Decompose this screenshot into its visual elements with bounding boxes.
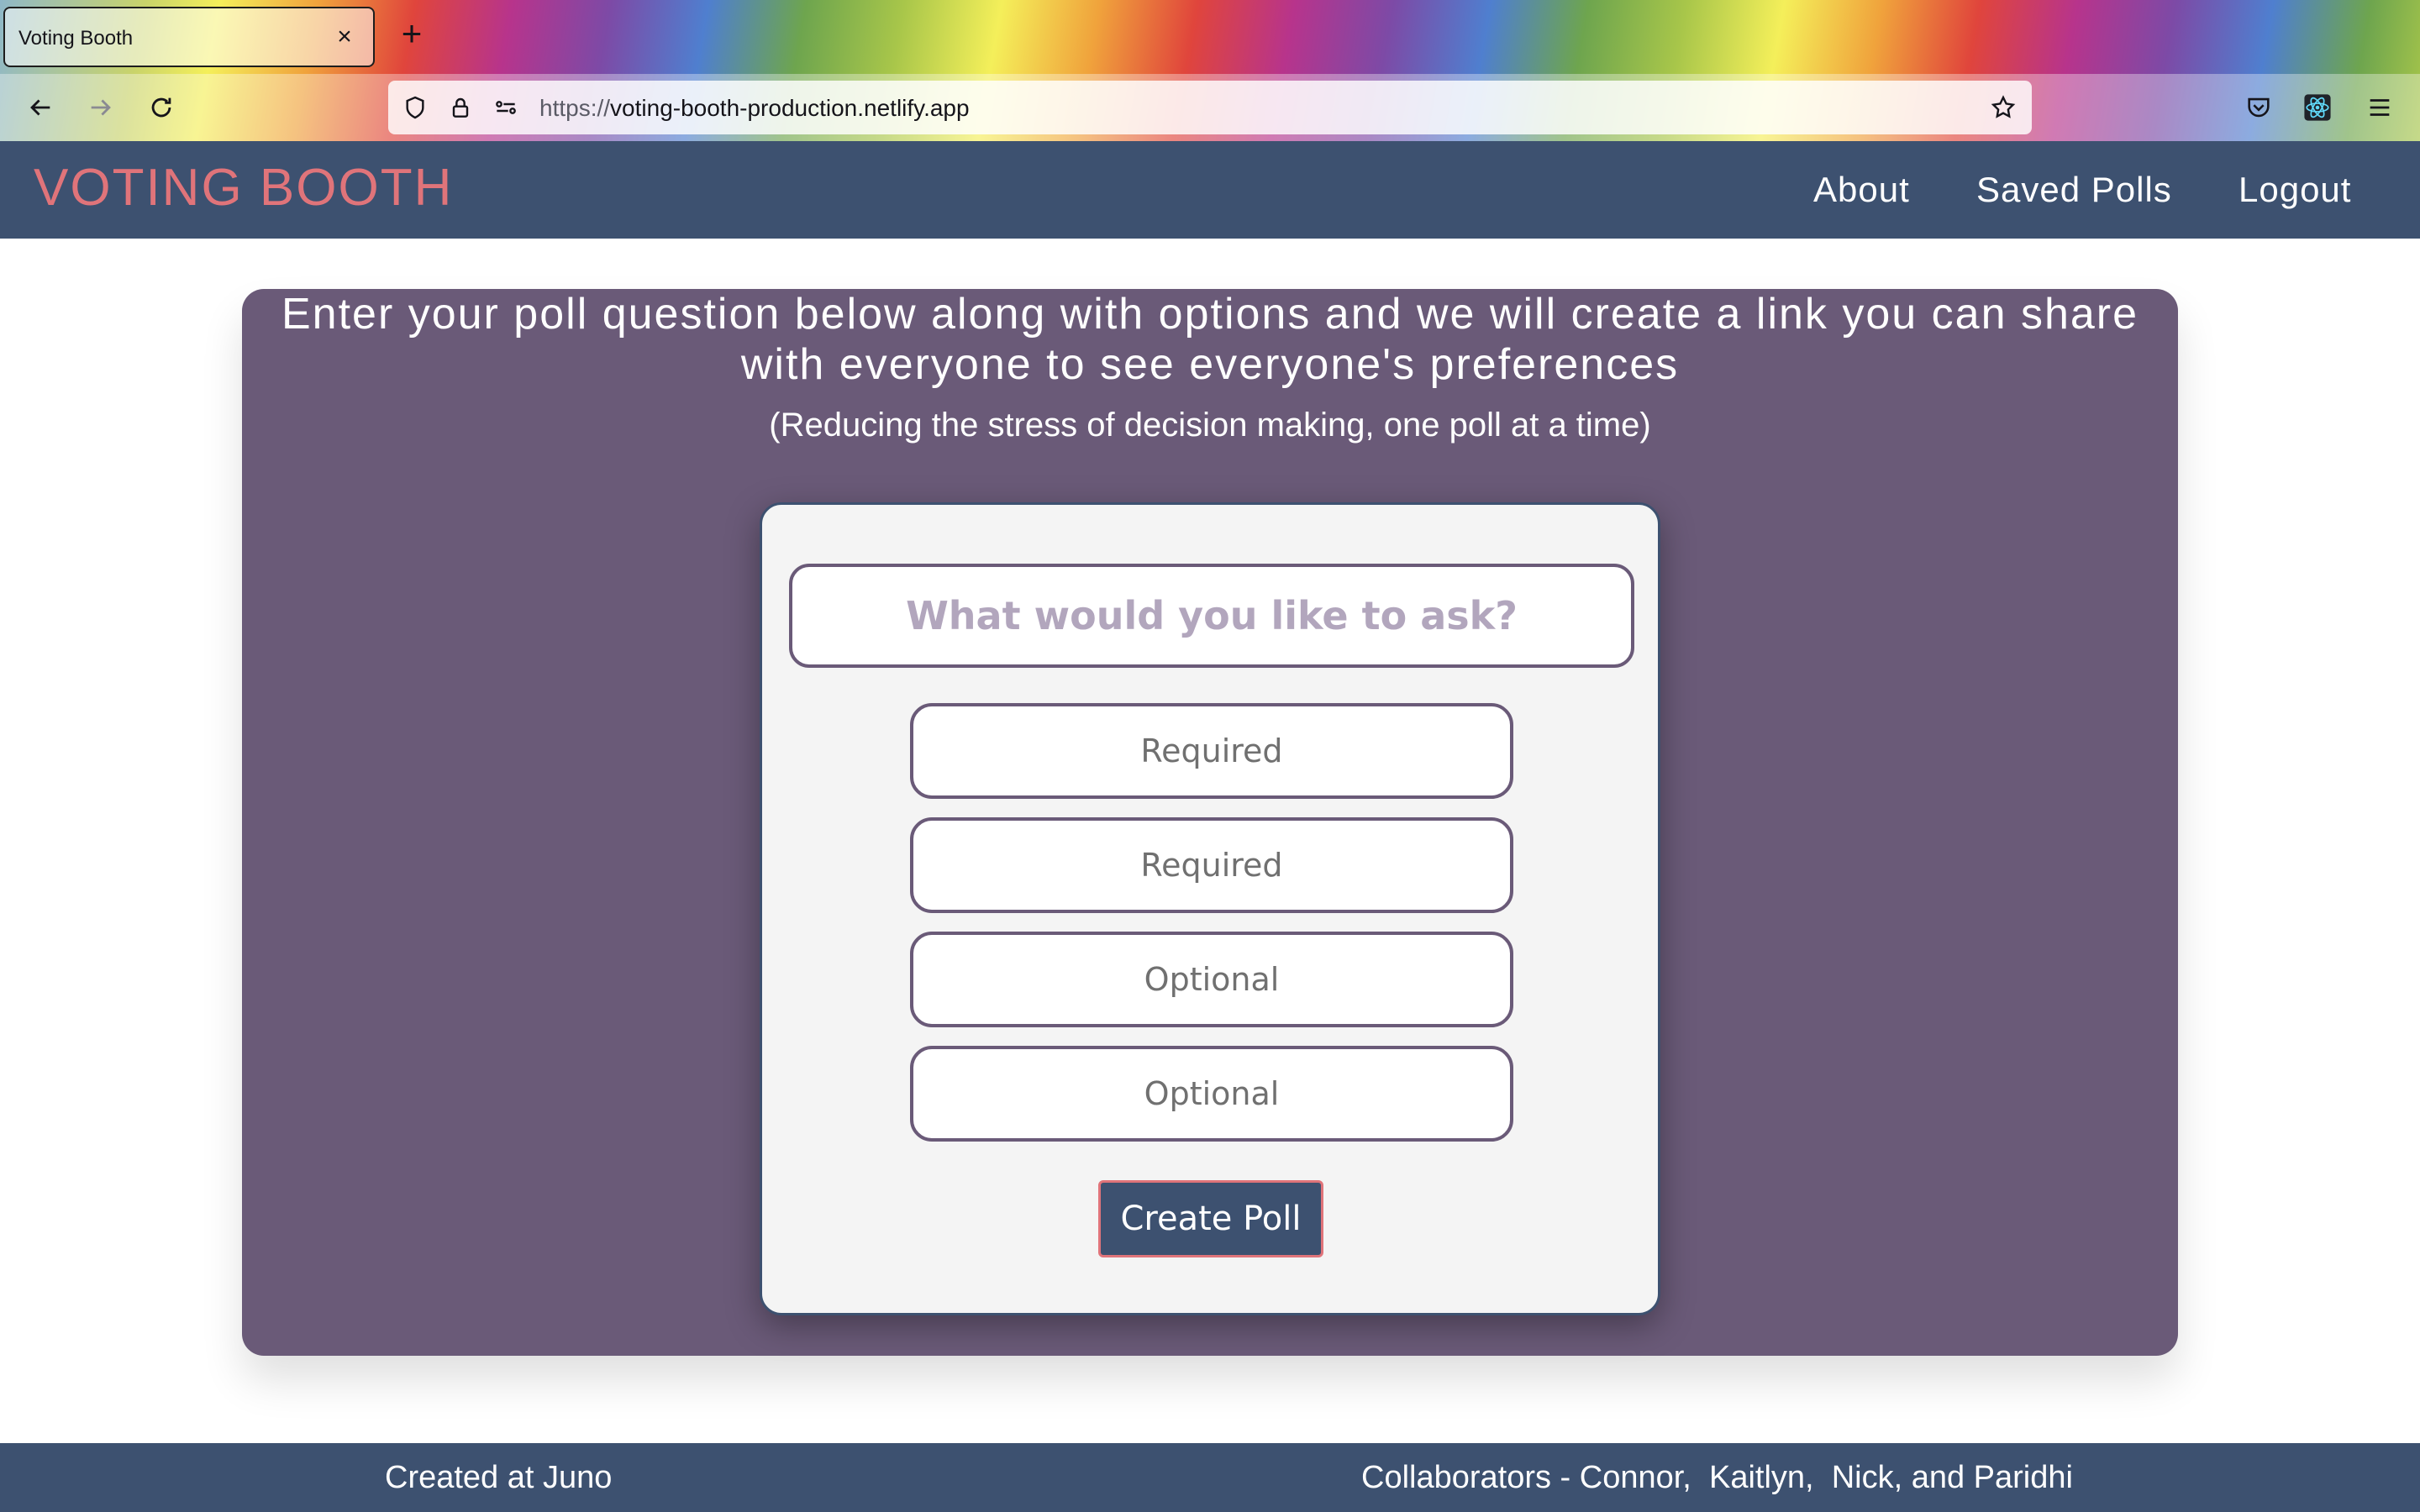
nav-about[interactable]: About: [1813, 170, 1910, 210]
url-host: voting-booth-production.netlify.app: [610, 95, 970, 121]
url-bar[interactable]: https://voting-booth-production.netlify.…: [388, 81, 2032, 134]
option-input-4[interactable]: [910, 1046, 1513, 1142]
option-input-3[interactable]: [910, 932, 1513, 1027]
new-tab-button[interactable]: +: [393, 15, 430, 52]
footer-collaborators: Collaborators - Connor, Kaitlyn, Nick, a…: [1361, 1460, 2073, 1495]
react-devtools-icon[interactable]: [2299, 89, 2336, 126]
url-scheme: https://: [539, 95, 611, 121]
option-input-2[interactable]: [910, 817, 1513, 913]
page-tagline: (Reducing the stress of decision making,…: [769, 407, 1651, 444]
footer-created: Created at Juno: [385, 1460, 613, 1495]
shield-icon[interactable]: [400, 92, 430, 123]
menu-icon[interactable]: [2361, 89, 2398, 126]
page-headline: Enter your poll question below along wit…: [242, 289, 2178, 390]
nav-saved-polls[interactable]: Saved Polls: [1976, 170, 2172, 210]
nav-logout[interactable]: Logout: [2238, 170, 2351, 210]
poll-form: Create Poll: [760, 502, 1660, 1315]
create-poll-button[interactable]: Create Poll: [1098, 1180, 1323, 1257]
question-input[interactable]: [789, 564, 1634, 668]
reload-icon[interactable]: [141, 87, 182, 128]
back-icon[interactable]: [20, 87, 60, 128]
browser-tab[interactable]: Voting Booth ×: [3, 7, 375, 67]
headline-text: Enter your poll question below along wit…: [281, 290, 2139, 389]
option-input-1[interactable]: [910, 703, 1513, 799]
url-text[interactable]: https://voting-booth-production.netlify.…: [539, 95, 970, 122]
page-footer: Created at Juno Collaborators - Connor, …: [0, 1443, 2420, 1512]
browser-chrome: Voting Booth × + https://voting-booth-pr…: [0, 0, 2420, 141]
site-logo[interactable]: VOTING BOOTH: [34, 158, 453, 218]
permissions-icon[interactable]: [491, 92, 521, 123]
tab-title: Voting Booth: [18, 27, 134, 50]
bookmark-star-icon[interactable]: [1988, 92, 2018, 123]
forward-icon[interactable]: [81, 87, 121, 128]
tab-close-icon[interactable]: ×: [328, 20, 361, 54]
lock-icon[interactable]: [445, 92, 476, 123]
app-header: VOTING BOOTH About Saved Polls Logout: [0, 141, 2420, 239]
pocket-icon[interactable]: [2240, 89, 2277, 126]
